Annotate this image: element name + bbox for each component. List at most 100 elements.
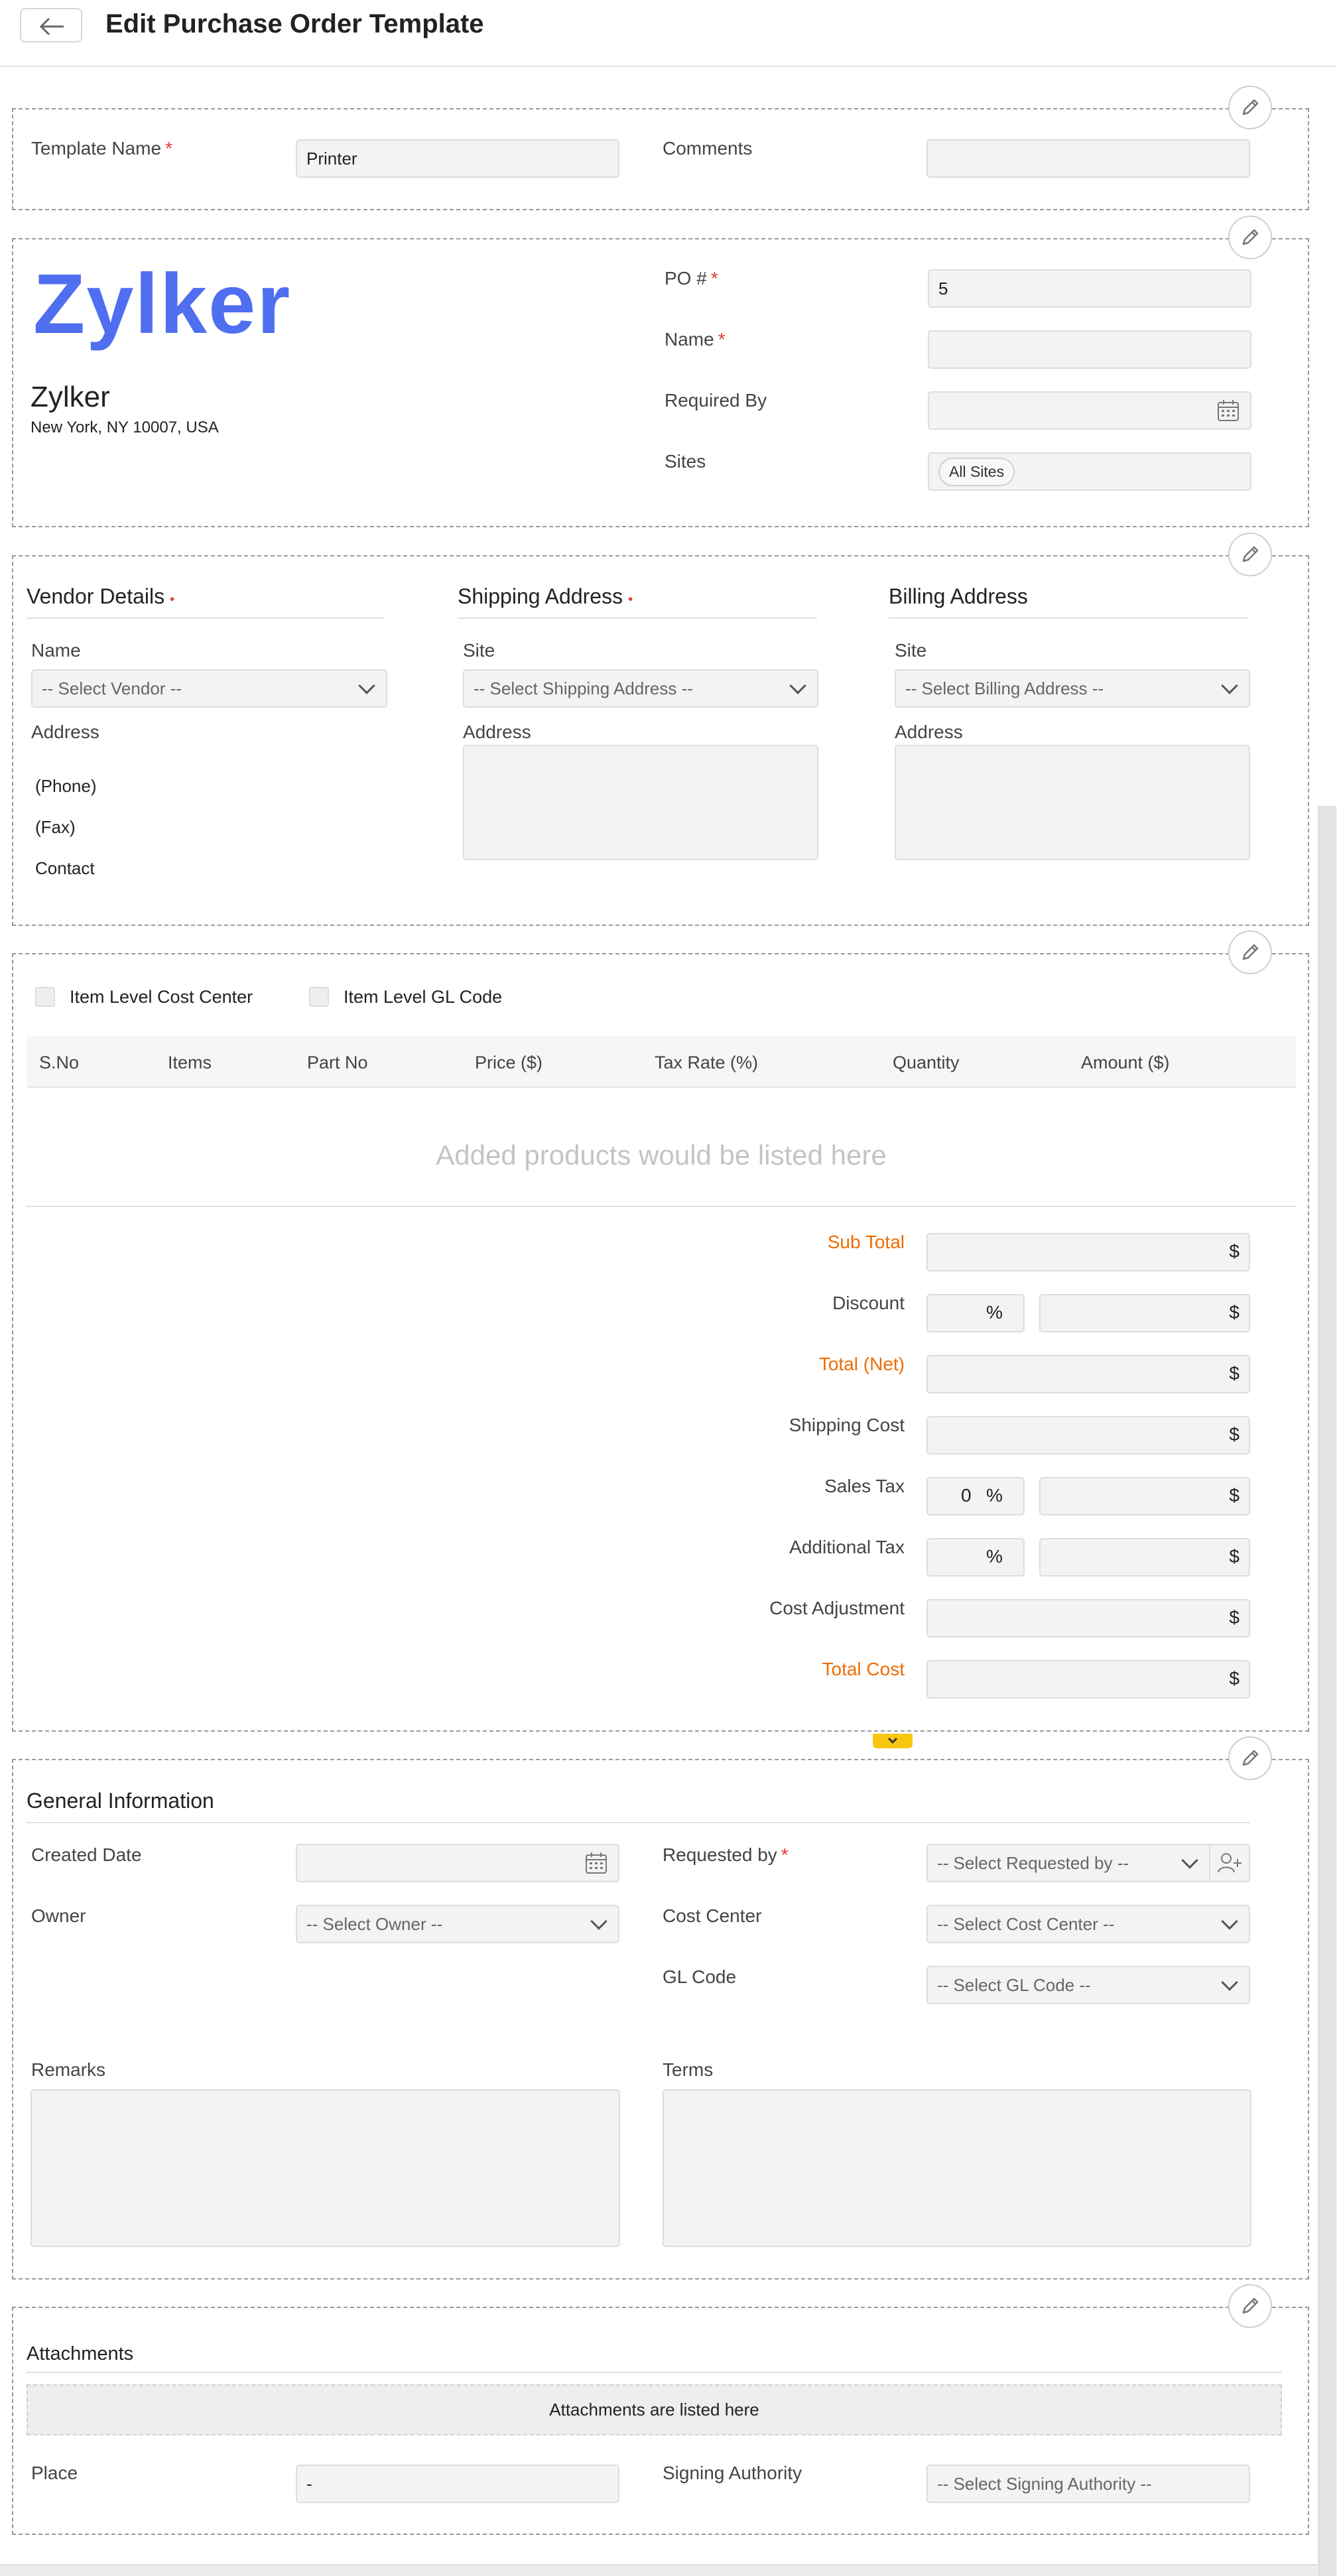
shipping-cost-input[interactable]: $ <box>926 1416 1250 1454</box>
template-name-input[interactable]: Printer <box>296 139 619 178</box>
calendar-icon[interactable] <box>584 1850 609 1876</box>
company-name: Zylker <box>31 381 110 413</box>
edit-attachments-button[interactable] <box>1228 2284 1272 2328</box>
pencil-icon <box>1242 546 1259 562</box>
discount-label: Discount <box>832 1293 905 1313</box>
created-date-input[interactable] <box>296 1844 619 1882</box>
shipping-address-label: Address <box>463 722 531 742</box>
edit-template-section-button[interactable] <box>1228 86 1272 129</box>
discount-percent-input[interactable]: % <box>926 1294 1025 1332</box>
required-by-date-input[interactable] <box>928 391 1251 430</box>
pencil-icon <box>1242 99 1259 115</box>
items-divider <box>27 1206 1296 1207</box>
discount-amount-input[interactable]: $ <box>1039 1294 1250 1332</box>
total-net-label: Total (Net) <box>818 1354 905 1374</box>
cost-adjustment-input[interactable]: $ <box>926 1599 1250 1638</box>
shipping-address-textarea[interactable] <box>463 745 818 860</box>
owner-select[interactable]: -- Select Owner -- <box>296 1905 619 1943</box>
column-header: Quantity <box>893 1053 960 1072</box>
billing-address-title: Billing Address <box>889 584 1028 608</box>
billing-site-label: Site <box>895 640 927 661</box>
chevron-down-icon <box>1221 677 1238 694</box>
gl-code-select[interactable]: -- Select GL Code -- <box>926 1966 1250 2004</box>
column-header: Items <box>168 1053 212 1072</box>
place-input[interactable]: - <box>296 2465 619 2503</box>
attachments-dropzone[interactable]: Attachments are listed here <box>27 2384 1282 2435</box>
calendar-icon[interactable] <box>1216 398 1241 423</box>
chevron-down-icon <box>789 677 806 694</box>
general-divider <box>27 1822 1251 1823</box>
item-level-gl-code-checkbox[interactable] <box>309 987 329 1007</box>
scrollbar-thumb[interactable] <box>1318 806 1336 2576</box>
pencil-icon <box>1242 944 1259 960</box>
additional-tax-percent-input[interactable]: % <box>926 1538 1025 1577</box>
chevron-down-icon <box>358 677 375 694</box>
comments-input[interactable] <box>926 139 1250 178</box>
edit-po-header-button[interactable] <box>1228 216 1272 259</box>
column-header: Amount ($) <box>1081 1053 1170 1072</box>
total-cost-input[interactable]: $ <box>926 1660 1250 1699</box>
sales-tax-amount-input[interactable]: $ <box>1039 1477 1250 1515</box>
po-name-input[interactable] <box>928 330 1251 369</box>
column-header: S.No <box>39 1053 80 1072</box>
vendor-divider <box>27 617 385 619</box>
edit-general-info-button[interactable] <box>1228 1736 1272 1780</box>
shipping-divider <box>458 617 817 619</box>
billing-address-label: Address <box>895 722 963 742</box>
column-header: Price ($) <box>475 1053 543 1072</box>
sales-tax-label: Sales Tax <box>824 1476 905 1496</box>
add-requester-button[interactable] <box>1209 1844 1250 1882</box>
sites-input[interactable]: All Sites <box>928 452 1251 491</box>
collapse-toggle[interactable] <box>873 1734 913 1748</box>
vendor-contact: Contact <box>35 858 95 878</box>
vendor-fax: (Fax) <box>35 817 76 837</box>
arrow-left-icon <box>39 17 64 36</box>
vendor-select[interactable]: -- Select Vendor -- <box>31 669 387 708</box>
items-empty-message: Added products would be listed here <box>436 1139 887 1171</box>
place-label: Place <box>31 2463 78 2483</box>
company-address: New York, NY 10007, USA <box>31 419 219 436</box>
terms-textarea[interactable] <box>663 2089 1251 2247</box>
vendor-name-label: Name <box>31 640 81 661</box>
signing-authority-select[interactable]: -- Select Signing Authority -- <box>926 2465 1250 2503</box>
sites-label: Sites <box>665 451 706 472</box>
edit-items-button[interactable] <box>1228 931 1272 974</box>
sub-total-input[interactable]: $ <box>926 1233 1250 1271</box>
page-header: Edit Purchase Order Template <box>0 0 1337 67</box>
page-bottom-edge <box>0 2564 1317 2576</box>
billing-address-select[interactable]: -- Select Billing Address -- <box>895 669 1250 708</box>
chevron-down-icon <box>590 1913 607 1930</box>
comments-label: Comments <box>663 138 753 159</box>
back-button[interactable] <box>20 8 82 42</box>
add-user-icon <box>1218 1853 1242 1873</box>
requested-by-select[interactable]: -- Select Requested by -- <box>926 1844 1210 1882</box>
attachments-divider <box>27 2372 1282 2373</box>
po-number-label: PO # * <box>665 268 718 289</box>
shipping-address-select[interactable]: -- Select Shipping Address -- <box>463 669 818 708</box>
item-level-cost-center-checkbox[interactable] <box>35 987 55 1007</box>
shipping-site-label: Site <box>463 640 495 661</box>
additional-tax-amount-input[interactable]: $ <box>1039 1538 1250 1577</box>
required-by-label: Required By <box>665 390 767 411</box>
page-title: Edit Purchase Order Template <box>105 9 484 38</box>
billing-address-textarea[interactable] <box>895 745 1250 860</box>
po-number-input[interactable]: 5 <box>928 269 1251 308</box>
company-logo: Zylker <box>33 257 292 352</box>
chevron-down-icon <box>887 1737 898 1744</box>
billing-divider <box>889 617 1248 619</box>
all-sites-chip[interactable]: All Sites <box>938 457 1015 486</box>
remarks-label: Remarks <box>31 2059 106 2080</box>
gl-code-label: GL Code <box>663 1966 737 1987</box>
shipping-address-title: Shipping Address • <box>458 584 633 608</box>
edit-addresses-button[interactable] <box>1228 533 1272 576</box>
created-date-label: Created Date <box>31 1844 142 1865</box>
column-header: Tax Rate (%) <box>655 1053 759 1072</box>
shipping-cost-label: Shipping Cost <box>789 1415 905 1435</box>
total-net-input[interactable]: $ <box>926 1355 1250 1393</box>
cost-center-select[interactable]: -- Select Cost Center -- <box>926 1905 1250 1943</box>
sales-tax-percent-input[interactable]: 0% <box>926 1477 1025 1515</box>
pencil-icon <box>1242 2297 1259 2314</box>
sub-total-label: Sub Total <box>827 1232 905 1252</box>
cost-center-label: Cost Center <box>663 1905 762 1926</box>
remarks-textarea[interactable] <box>31 2089 620 2247</box>
